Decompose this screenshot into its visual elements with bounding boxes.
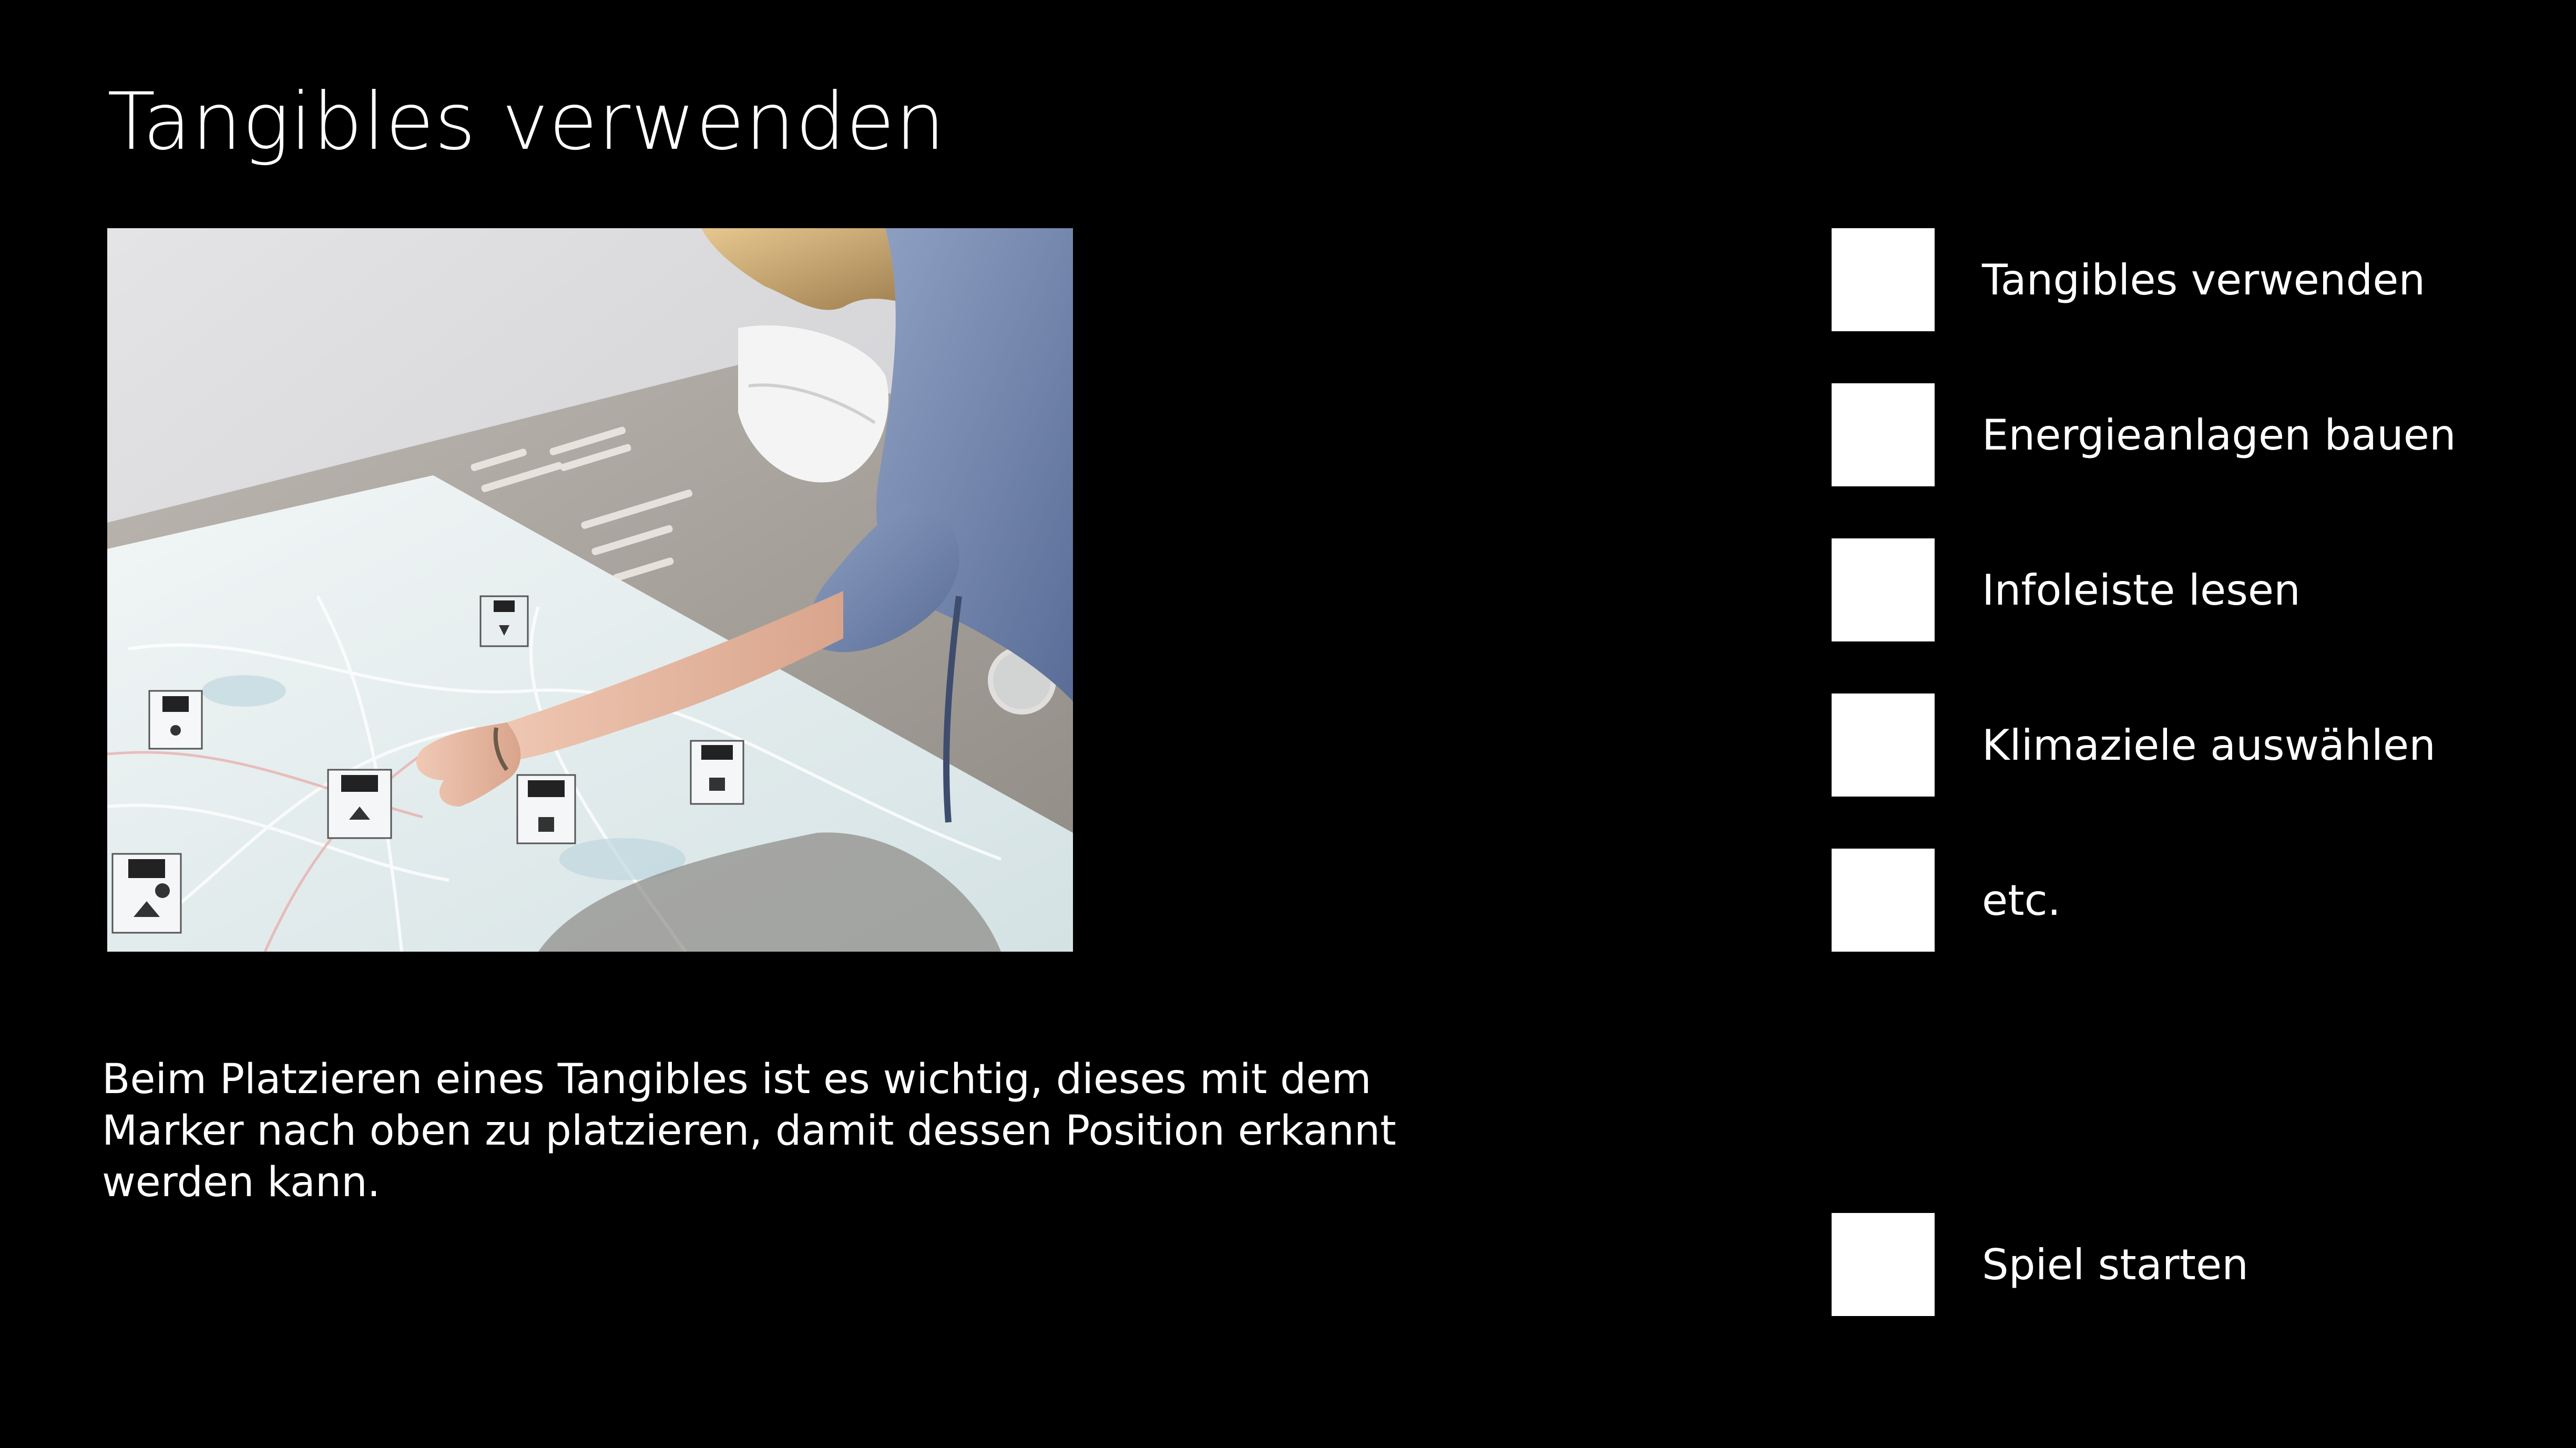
checklist-item-energieanlagen[interactable]: Energieanlagen bauen (1832, 383, 2456, 486)
tangible-table-photo (107, 228, 1073, 952)
instruction-text: Beim Platzieren eines Tangibles ist es w… (102, 1056, 1396, 1206)
checklist-item-label: Energieanlagen bauen (1982, 410, 2456, 460)
checklist-item-infoleiste[interactable]: Infoleiste lesen (1832, 538, 2301, 641)
checklist-item-label: Tangibles verwenden (1982, 255, 2426, 304)
checkbox[interactable] (1832, 228, 1935, 331)
page-title: Tangibles verwenden (107, 76, 946, 168)
checklist-item-klimaziele[interactable]: Klimaziele auswählen (1832, 694, 2436, 797)
start-game-button[interactable]: Spiel starten (1832, 1213, 2248, 1316)
checkbox[interactable] (1832, 849, 1935, 952)
checklist-item-tangibles[interactable]: Tangibles verwenden (1832, 228, 2425, 331)
checkbox[interactable] (1832, 1213, 1935, 1316)
checkbox[interactable] (1832, 383, 1935, 486)
checkbox[interactable] (1832, 694, 1935, 797)
checkbox[interactable] (1832, 538, 1935, 641)
checklist-item-label: etc. (1982, 875, 2061, 925)
checklist-item-etc[interactable]: etc. (1832, 849, 2061, 952)
checklist-item-label: Infoleiste lesen (1982, 565, 2301, 615)
start-game-label: Spiel starten (1982, 1240, 2248, 1289)
checklist-item-label: Klimaziele auswählen (1982, 720, 2436, 770)
